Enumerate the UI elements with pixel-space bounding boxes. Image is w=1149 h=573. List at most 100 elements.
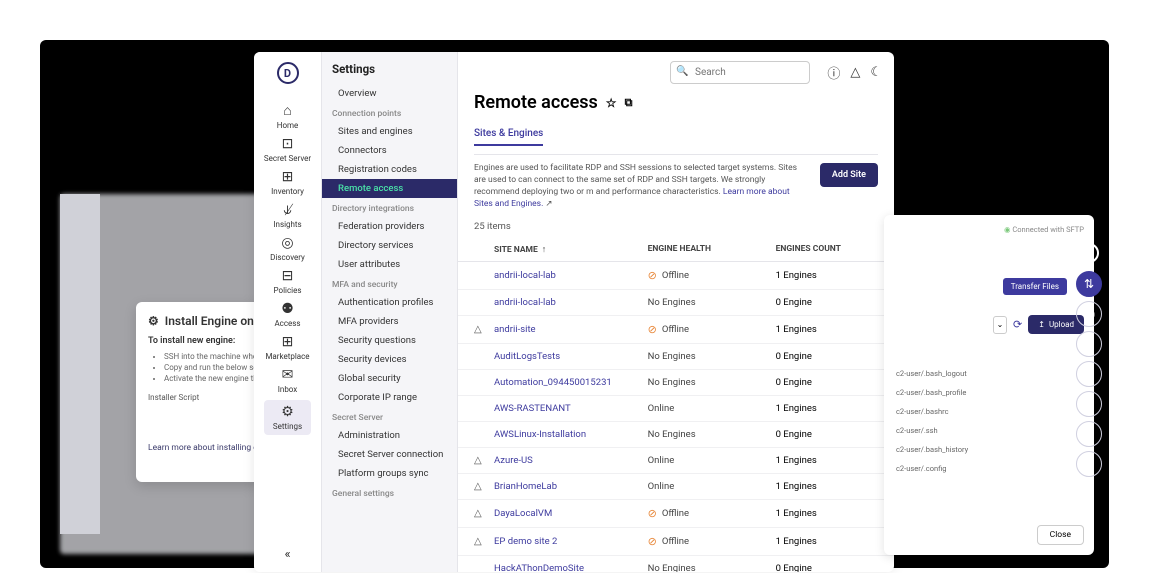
site-name-link[interactable]: AuditLogsTests [494, 351, 648, 362]
site-name-link[interactable]: andrii-site [494, 324, 648, 335]
site-name-link[interactable]: HackAThonDemoSite [494, 563, 648, 572]
column-site-name[interactable]: Site Name [494, 244, 648, 255]
settings-authentication-profiles[interactable]: Authentication profiles [322, 293, 457, 312]
site-name-link[interactable]: AWSLinux-Installation [494, 429, 648, 440]
sftp-panel: Connected with SFTP ⌄ ⟳ ↥ Upload c2-user… [884, 215, 1094, 555]
table-row[interactable]: AuditLogsTestsNo Engines0 Engine [458, 344, 894, 370]
nav-icon: ⚉ [281, 301, 294, 317]
table-row[interactable]: △EP demo site 2⊘Offline1 Engines [458, 528, 894, 556]
file-item[interactable]: c2-user/.bash_profile [894, 383, 1084, 402]
nav-item-access[interactable]: ⚉Access [264, 301, 311, 328]
column-engines-count[interactable]: Engines Count [776, 244, 878, 255]
warning-icon: ⊘ [648, 535, 657, 548]
collapse-nav-button[interactable]: « [284, 547, 290, 562]
file-item[interactable]: c2-user/.config [894, 459, 1084, 478]
transfer-files-icon[interactable]: ⇅ [1076, 271, 1102, 297]
notification-bell-icon[interactable]: △ [474, 324, 494, 335]
engines-count: 1 Engines [776, 403, 878, 414]
dropdown-caret-icon[interactable]: ⌄ [993, 316, 1007, 334]
dark-mode-icon[interactable]: ☾ [870, 65, 882, 80]
table-row[interactable]: andrii-local-lab⊘Offline1 Engines [458, 262, 894, 290]
site-name-link[interactable]: andrii-local-lab [494, 270, 648, 281]
table-row[interactable]: △BrianHomeLabOnline1 Engines [458, 474, 894, 500]
settings-global-security[interactable]: Global security [322, 369, 457, 388]
table-row[interactable]: Automation_094450015231No Engines0 Engin… [458, 370, 894, 396]
table-row[interactable]: △Azure-USOnline1 Engines [458, 448, 894, 474]
settings-connectors[interactable]: Connectors [322, 141, 457, 160]
copy-icon[interactable]: ⧉ [625, 96, 633, 110]
nav-icon: ⊡ [282, 136, 294, 152]
settings-federation-providers[interactable]: Federation providers [322, 217, 457, 236]
table-row[interactable]: HackAThonDemoSiteNo Engines0 Engine [458, 556, 894, 572]
nav-item-marketplace[interactable]: ⊞Marketplace [264, 334, 311, 361]
refresh-icon[interactable]: ⟳ [1013, 318, 1022, 331]
nav-item-inbox[interactable]: ✉Inbox [264, 367, 311, 394]
site-name-link[interactable]: Azure-US [494, 455, 648, 466]
nav-item-policies[interactable]: ⊟Policies [264, 268, 311, 295]
nav-item-insights[interactable]: ⫝̸Insights [264, 202, 311, 229]
site-name-link[interactable]: AWS-RASTENANT [494, 403, 648, 414]
table-row[interactable]: andrii-local-labNo Engines0 Engine [458, 290, 894, 316]
nav-item-home[interactable]: ⌂Home [264, 102, 311, 130]
table-row[interactable]: △andrii-site⊘Offline1 Engines [458, 316, 894, 344]
settings-sites-and-engines[interactable]: Sites and engines [322, 122, 457, 141]
search-icon: 🔍 [676, 66, 688, 77]
table-row[interactable]: △DayaLocalVM⊘Offline1 Engines [458, 500, 894, 528]
settings-corporate-ip-range[interactable]: Corporate IP range [322, 388, 457, 407]
notification-bell-icon[interactable]: △ [474, 536, 494, 547]
settings-security-questions[interactable]: Security questions [322, 331, 457, 350]
notification-bell-icon[interactable]: △ [474, 455, 494, 466]
nav-item-secret-server[interactable]: ⊡ Secret Server [264, 136, 311, 163]
image-icon[interactable]: ▣ [1076, 361, 1102, 387]
settings-icon[interactable]: ⚙ [1076, 331, 1102, 357]
nav-item-settings[interactable]: ⚙Settings [264, 400, 311, 435]
fullscreen-icon[interactable]: ⛶ [1076, 421, 1102, 447]
settings-mfa-providers[interactable]: MFA providers [322, 312, 457, 331]
table-row[interactable]: AWS-RASTENANTOnline1 Engines [458, 396, 894, 422]
file-item[interactable]: c2-user/.bashrc [894, 402, 1084, 421]
settings-administration[interactable]: Administration [322, 426, 457, 445]
favorite-icon[interactable]: ☆ [606, 96, 617, 110]
file-item[interactable]: c2-user/.ssh [894, 421, 1084, 440]
nav-label: Secret Server [264, 154, 311, 163]
nav-item-discovery[interactable]: ◎Discovery [264, 235, 311, 262]
clipboard-icon[interactable]: ▭ [1076, 391, 1102, 417]
engines-count: 0 Engine [776, 563, 878, 572]
table-row[interactable]: AWSLinux-InstallationNo Engines0 Engine [458, 422, 894, 448]
site-name-link[interactable]: Automation_094450015231 [494, 377, 648, 388]
engine-health: ⊘Offline [648, 323, 776, 336]
notifications-icon[interactable]: △ [850, 65, 860, 80]
site-name-link[interactable]: EP demo site 2 [494, 536, 648, 547]
notification-bell-icon[interactable]: △ [474, 481, 494, 492]
settings-registration-codes[interactable]: Registration codes [322, 160, 457, 179]
site-name-link[interactable]: BrianHomeLab [494, 481, 648, 492]
tab-sites-engines[interactable]: Sites & Engines [474, 128, 543, 146]
engines-count: 1 Engines [776, 508, 878, 519]
settings-user-attributes[interactable]: User attributes [322, 255, 457, 274]
settings-overview[interactable]: Overview [322, 84, 457, 103]
engine-health: No Engines [648, 377, 776, 388]
notification-bell-icon[interactable]: △ [474, 508, 494, 519]
file-item[interactable]: c2-user/.bash_history [894, 440, 1084, 459]
power-icon[interactable]: ⏻ [1076, 451, 1102, 477]
settings-secret-server-connection[interactable]: Secret Server connection [322, 445, 457, 464]
app-logo[interactable]: D [277, 62, 299, 84]
column-engine-health[interactable]: Engine Health [648, 244, 776, 255]
settings-remote-access[interactable]: Remote access [322, 179, 457, 198]
tabs: Sites & Engines [458, 113, 894, 146]
settings-directory-services[interactable]: Directory services [322, 236, 457, 255]
settings-security-devices[interactable]: Security devices [322, 350, 457, 369]
engines-count: 0 Engine [776, 351, 878, 362]
settings-platform-groups-sync[interactable]: Platform groups sync [322, 464, 457, 483]
nav-item-inventory[interactable]: ⊞Inventory [264, 169, 311, 196]
add-site-button[interactable]: Add Site [820, 163, 878, 187]
toolbar-logo[interactable]: D [1079, 243, 1099, 263]
close-button[interactable]: Close [1037, 525, 1084, 545]
info-icon[interactable]: ⓘ [1076, 301, 1102, 327]
site-name-link[interactable]: DayaLocalVM [494, 508, 648, 519]
help-icon[interactable]: ⓘ [827, 63, 840, 82]
search-input[interactable] [670, 61, 810, 84]
file-item[interactable]: c2-user/.bash_logout [894, 364, 1084, 383]
site-name-link[interactable]: andrii-local-lab [494, 297, 648, 308]
nav-label: Inventory [271, 187, 304, 196]
